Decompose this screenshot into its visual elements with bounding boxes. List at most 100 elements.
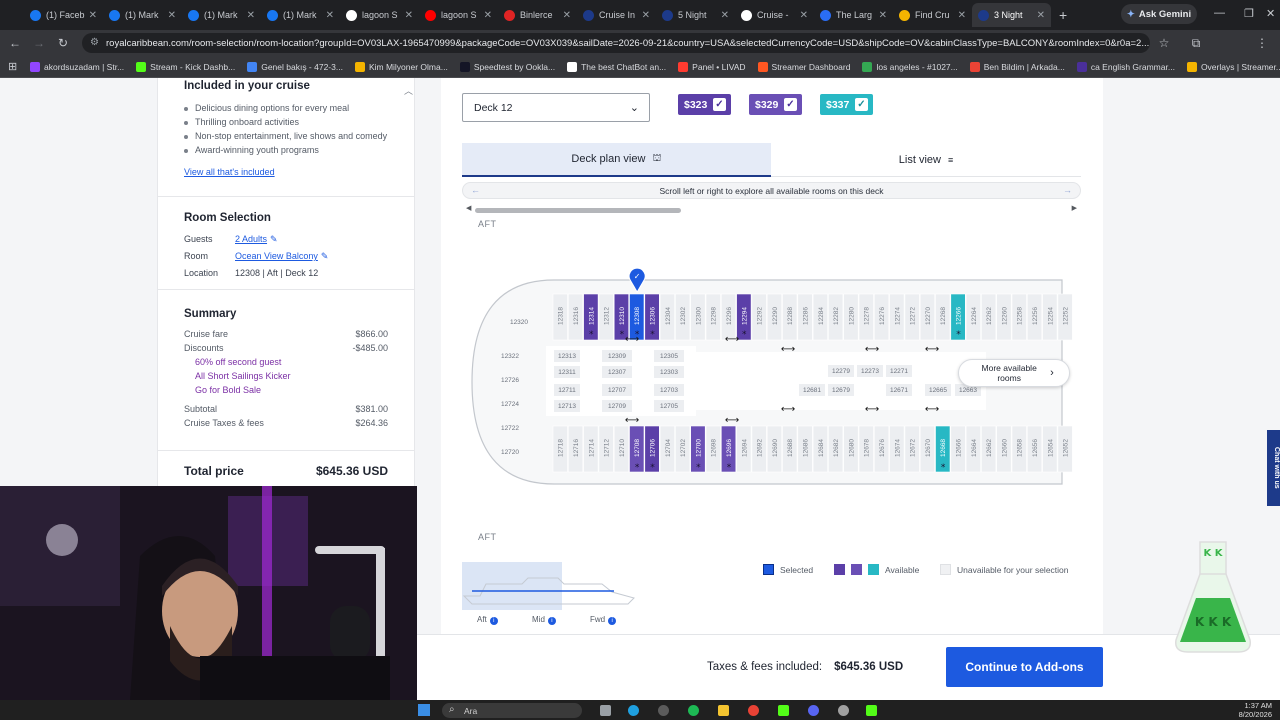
close-tab-icon[interactable]: ✕ — [484, 10, 492, 21]
browser-tab[interactable]: (1) Mark ✕ — [182, 3, 261, 27]
arrow-right-icon[interactable]: → — [1063, 185, 1072, 195]
chevron-up-icon[interactable]: ︿ — [404, 84, 413, 97]
scroll-right-icon[interactable]: ▶ — [1072, 204, 1077, 212]
bookmark-item[interactable]: los angeles - #1027... — [862, 61, 958, 72]
close-tab-icon[interactable]: ✕ — [89, 10, 97, 21]
task-view-icon[interactable] — [600, 705, 611, 716]
info-icon[interactable]: i — [489, 617, 498, 625]
guests-link[interactable]: 2 Adults — [235, 233, 267, 245]
browser-tab[interactable]: Cruise In ✕ — [577, 3, 656, 27]
bookmark-item[interactable]: Panel • LIVAD — [678, 61, 746, 72]
bookmark-item[interactable]: Streamer Dashboard — [757, 61, 850, 72]
minimap-mid-label[interactable]: Mid i — [532, 615, 556, 625]
price-filter-337[interactable]: $337 ✓ — [820, 94, 873, 115]
room-selection-section: Room Selection Guests 2 Adults ✎ Room Ocean… — [184, 212, 390, 279]
ship-minimap[interactable] — [462, 562, 637, 610]
view-all-included-link[interactable]: View all that's included — [184, 167, 275, 177]
checkbox-checked-icon[interactable]: ✓ — [855, 98, 868, 111]
deck-dropdown[interactable]: Deck 12 ⌄ — [462, 93, 650, 122]
restore-icon[interactable]: ❐ — [1244, 7, 1254, 20]
spotify-icon[interactable] — [688, 705, 699, 716]
browser-tab[interactable]: Find Cru ✕ — [893, 3, 972, 27]
file-explorer-icon[interactable] — [718, 705, 729, 716]
bookmark-item[interactable]: Kim Milyoner Olma... — [354, 61, 448, 72]
browser-tab[interactable]: 5 Night ✕ — [656, 3, 735, 27]
room-number: 12286 — [802, 307, 809, 325]
app-icon[interactable] — [838, 705, 849, 716]
close-tab-icon[interactable]: ✕ — [168, 10, 176, 21]
browser-tab[interactable]: (1) Mark ✕ — [261, 3, 340, 27]
live-app-icon[interactable] — [778, 705, 789, 716]
back-icon[interactable]: ← — [3, 36, 27, 50]
edge-icon[interactable] — [628, 705, 639, 716]
site-info-icon[interactable]: ⚙ — [90, 37, 99, 48]
chat-with-us-tab[interactable]: Chat with us — [1267, 430, 1280, 506]
close-tab-icon[interactable]: ✕ — [405, 10, 413, 21]
close-window-icon[interactable]: ✕ — [1266, 7, 1275, 20]
minimap-fwd-label[interactable]: Fwd i — [590, 615, 617, 625]
more-available-rooms-button[interactable]: More available rooms › — [958, 359, 1070, 387]
browser-tab[interactable]: (1) Faceb ✕ — [24, 3, 103, 27]
live-app-icon[interactable] — [866, 705, 877, 716]
forward-icon[interactable]: → — [27, 36, 51, 50]
github-icon[interactable] — [658, 705, 669, 716]
browser-tab[interactable]: (1) Mark ✕ — [103, 3, 182, 27]
taskbar-search[interactable]: ⌕ Ara — [442, 703, 582, 718]
bookmark-item[interactable]: Stream - Kick Dashb... — [136, 61, 235, 72]
info-icon[interactable]: i — [547, 617, 556, 625]
url-field[interactable]: ⚙ royalcaribbean.com/room-selection/room-… — [82, 33, 1150, 53]
close-tab-icon[interactable]: ✕ — [800, 10, 808, 21]
scrollbar-thumb[interactable] — [475, 208, 681, 213]
tab-deck-plan-view[interactable]: Deck plan view ⛫ — [462, 143, 771, 177]
new-tab-icon[interactable]: + — [1059, 7, 1067, 23]
price-filter-329[interactable]: $329 ✓ — [749, 94, 802, 115]
bookmark-item[interactable]: The best ChatBot an... — [567, 61, 666, 72]
bookmark-item[interactable]: ca English Grammar... — [1076, 61, 1175, 72]
extensions-icon[interactable]: ⧉ — [1184, 36, 1208, 51]
discord-icon[interactable] — [808, 705, 819, 716]
browser-tab[interactable]: 3 Night ✕ — [972, 3, 1051, 27]
checkbox-checked-icon[interactable]: ✓ — [713, 98, 726, 111]
pencil-icon[interactable]: ✎ — [321, 250, 329, 262]
close-tab-icon[interactable]: ✕ — [1037, 10, 1045, 21]
deck-horizontal-scrollbar[interactable]: ◀ ▶ — [466, 204, 1077, 214]
minimap-aft-label[interactable]: Aft i — [477, 615, 498, 625]
bookmark-item[interactable]: Overlays | Streamer... — [1186, 61, 1280, 72]
bookmark-item[interactable]: Speedtest by Ookla... — [459, 61, 555, 72]
tab-list-view[interactable]: List view ≡ — [771, 143, 1081, 177]
close-tab-icon[interactable]: ✕ — [721, 10, 729, 21]
system-clock[interactable]: 1:37 AM 8/20/2026 — [1228, 701, 1272, 719]
pencil-icon[interactable]: ✎ — [270, 233, 278, 245]
browser-tab[interactable]: lagoon S ✕ — [340, 3, 419, 27]
room-number: 12318 — [558, 307, 565, 325]
browser-tab[interactable]: Binlerce ✕ — [498, 3, 577, 27]
checkbox-checked-icon[interactable]: ✓ — [784, 98, 797, 111]
continue-to-add-ons-button[interactable]: Continue to Add-ons — [946, 647, 1103, 687]
windows-start-icon[interactable] — [418, 704, 430, 716]
apps-grid-icon[interactable]: ⊞ — [8, 60, 17, 73]
arrow-left-icon[interactable]: ← — [471, 185, 480, 195]
scroll-left-icon[interactable]: ◀ — [466, 204, 471, 212]
close-tab-icon[interactable]: ✕ — [879, 10, 887, 21]
browser-tab[interactable]: Cruise - ✕ — [735, 3, 814, 27]
close-tab-icon[interactable]: ✕ — [326, 10, 334, 21]
menu-icon[interactable]: ⋮ — [1250, 36, 1274, 50]
browser-tab[interactable]: lagoon S ✕ — [419, 3, 498, 27]
close-tab-icon[interactable]: ✕ — [642, 10, 650, 21]
close-tab-icon[interactable]: ✕ — [563, 10, 571, 21]
bookmark-item[interactable]: Ben Bildim | Arkada... — [969, 61, 1065, 72]
chrome-icon[interactable] — [748, 705, 759, 716]
close-tab-icon[interactable]: ✕ — [958, 10, 966, 21]
bookmark-star-icon[interactable]: ☆ — [1152, 36, 1176, 50]
reload-icon[interactable]: ↻ — [51, 36, 75, 50]
bookmark-item[interactable]: akordsuzadam | Str... — [30, 61, 124, 72]
tab-favicon-icon — [583, 9, 594, 21]
close-tab-icon[interactable]: ✕ — [247, 10, 255, 21]
browser-tab[interactable]: The Larg ✕ — [814, 3, 893, 27]
ask-gemini-button[interactable]: ✦ Ask Gemini — [1121, 4, 1197, 24]
info-icon[interactable]: i — [608, 617, 617, 625]
bookmark-item[interactable]: Genel bakış - 472-3... — [247, 61, 343, 72]
minimize-icon[interactable]: — — [1214, 7, 1225, 19]
room-type-link[interactable]: Ocean View Balcony — [235, 250, 318, 262]
price-filter-323[interactable]: $323 ✓ — [678, 94, 731, 115]
